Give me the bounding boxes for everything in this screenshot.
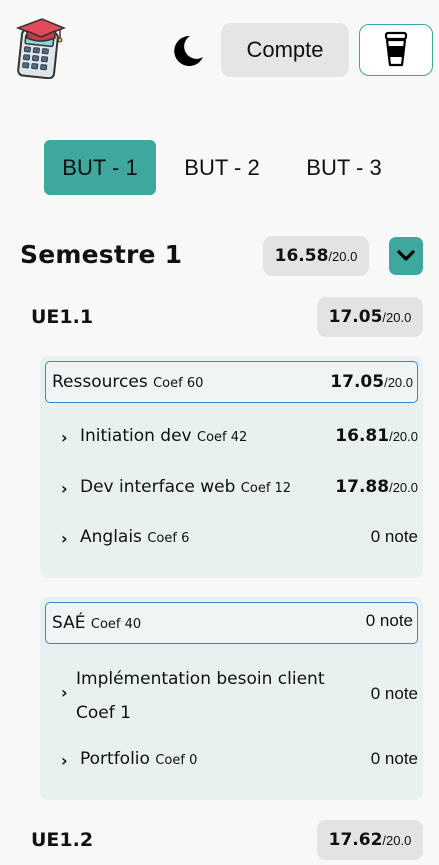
no-grade-label: 0 note [370,749,418,768]
item-name: Dev interface web [80,477,236,497]
grade-value: 16.58 [274,246,329,266]
grade-value: 17.62 [328,830,383,850]
item-coef: Coef 0 [155,753,198,768]
moon-icon[interactable] [170,33,206,69]
group-coef: Coef 40 [90,617,142,632]
coffee-button[interactable] [359,24,433,76]
grade-max: /20.0 [382,832,412,848]
item-coef: Coef 6 [147,531,190,546]
chevron-right-icon: › [61,751,68,770]
no-grade-label: 0 note [370,527,418,546]
calculator-graduation-cap-icon[interactable] [14,17,67,80]
grade-value: 16.81 [335,426,390,446]
ue-grade-badge: 17.05/20.0 [317,297,423,337]
ue-title[interactable]: UE1.2 [31,829,93,851]
ressources-card: Ressources Coef 60 17.05/20.0 › Initiati… [40,356,423,578]
tab-but-2[interactable]: BUT - 2 [166,140,278,195]
grade-max: /20.0 [328,248,358,264]
sae-card: SAÉ Coef 40 0 note › Implémentation beso… [40,597,423,800]
grade-max: /20.0 [382,309,412,325]
item-coef: Coef 12 [240,481,292,496]
group-coef: Coef 60 [153,376,204,391]
account-button[interactable]: Compte [221,23,349,77]
year-tabs: BUT - 1 BUT - 2 BUT - 3 [0,140,439,195]
item-name: Implémentation besoin client [76,669,325,689]
grade-max: /20.0 [384,375,413,390]
semester-toggle-button[interactable] [389,237,423,275]
grade-value: 17.88 [335,477,390,497]
chevron-right-icon: › [61,683,68,702]
ue-title[interactable]: UE1.1 [31,306,93,328]
grade-max: /20.0 [389,480,418,495]
chevron-right-icon: › [61,428,68,447]
chevron-right-icon: › [61,479,68,498]
no-grade-label: 0 note [365,611,413,630]
item-coef: Coef 42 [197,430,248,445]
chevron-right-icon: › [61,529,68,548]
grade-value: 17.05 [328,307,383,327]
grade-max: /20.0 [389,429,418,444]
item-name: Anglais [80,527,142,547]
item-name: Initiation dev [80,426,192,446]
tab-but-3[interactable]: BUT - 3 [288,140,400,195]
semester-grade-badge: 16.58/20.0 [263,236,369,276]
top-bar: Compte [0,0,439,100]
list-item[interactable]: › Implémentation besoin client Coef 1 0 … [40,669,423,723]
coffee-cup-icon [383,31,409,70]
group-name: SAÉ [52,613,86,633]
item-coef: Coef 1 [76,703,131,723]
no-grade-label: 0 note [370,684,418,703]
ue-grade-badge: 17.62/20.0 [317,820,423,860]
chevron-down-icon [397,247,415,266]
sae-header[interactable]: SAÉ Coef 40 0 note [45,602,418,644]
semester-title: Semestre 1 [20,240,183,269]
tab-but-1[interactable]: BUT - 1 [44,140,156,195]
item-name: Portfolio [80,749,150,769]
ressources-header[interactable]: Ressources Coef 60 17.05/20.0 [45,361,418,403]
grade-value: 17.05 [330,372,385,392]
group-name: Ressources [52,372,148,392]
